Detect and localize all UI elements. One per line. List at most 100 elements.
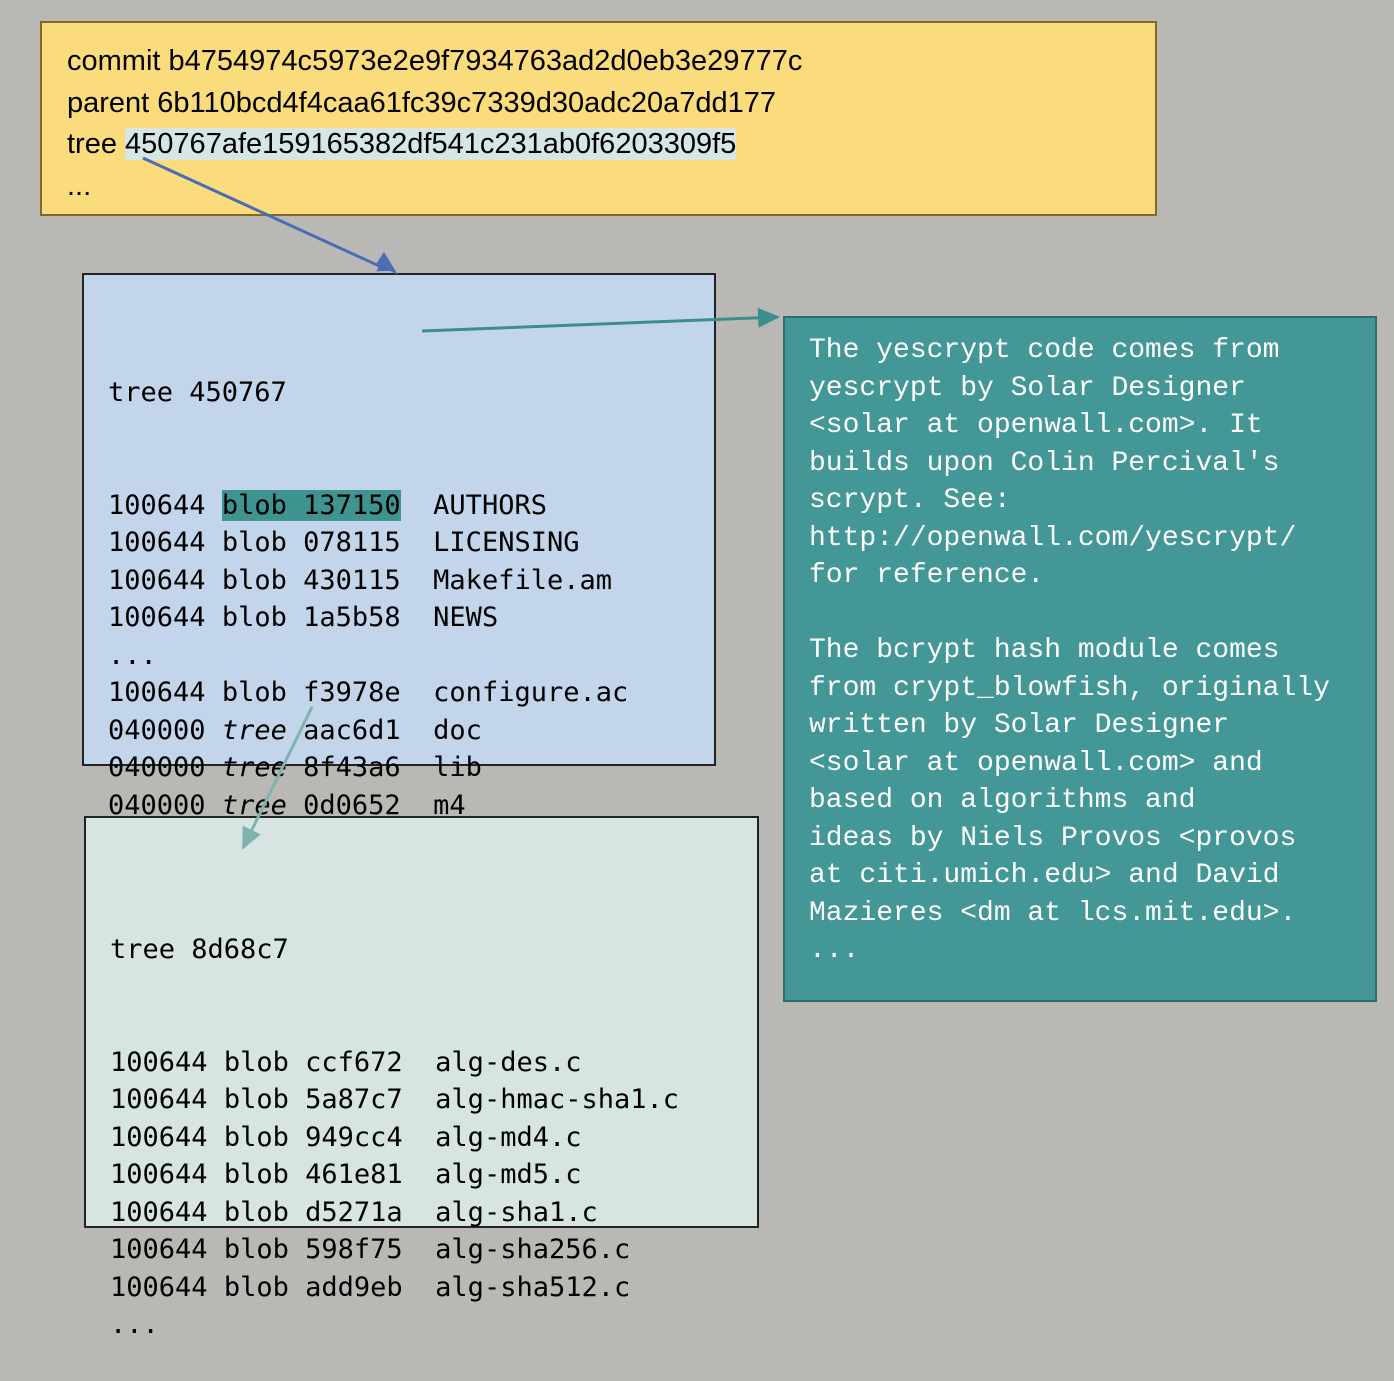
tree-entry: 100644 blob ccf672 alg-des.c bbox=[110, 1044, 757, 1082]
entry-mode: 100644 bbox=[110, 1196, 208, 1228]
entry-mode: 100644 bbox=[108, 677, 206, 708]
entry-type-hash: tree aac6d1 bbox=[222, 715, 401, 746]
entry-hash: 461e81 bbox=[305, 1159, 403, 1190]
entry-type-hash: blob 598f75 bbox=[224, 1234, 403, 1265]
entry-hash: aac6d1 bbox=[303, 714, 401, 746]
entry-type-hash: blob 1a5b58 bbox=[222, 602, 401, 633]
arrowhead-commit-to-tree bbox=[376, 252, 398, 275]
entry-type: blob bbox=[221, 527, 287, 558]
entry-type: blob bbox=[221, 489, 287, 521]
entry-hash: 5a87c7 bbox=[305, 1084, 403, 1115]
entry-hash: 8f43a6 bbox=[303, 752, 401, 783]
entry-type: blob bbox=[223, 1234, 289, 1265]
entry-hash: 430115 bbox=[303, 564, 401, 596]
entry-type: blob bbox=[223, 1271, 289, 1303]
authors-blob-text: The yescrypt code comes from yescrypt by … bbox=[809, 332, 1375, 970]
authors-line: <solar at openwall.com>. It bbox=[809, 410, 1263, 441]
entry-mode: 100644 bbox=[110, 1271, 208, 1303]
entry-mode: 100644 bbox=[108, 602, 206, 633]
entry-hash: 598f75 bbox=[305, 1234, 403, 1265]
entry-name: alg-md5.c bbox=[435, 1159, 582, 1190]
tree-entry: 100644 blob 430115 Makefile.am bbox=[108, 562, 714, 600]
tree-entry: 100644 blob 5a87c7 alg-hmac-sha1.c bbox=[110, 1081, 757, 1119]
entry-type: tree bbox=[221, 752, 287, 783]
authors-blob-object: The yescrypt code comes from yescrypt by … bbox=[783, 316, 1377, 1002]
authors-line: builds upon Colin Percival's bbox=[809, 447, 1280, 479]
commit-line: commit b4754974c5973e2e9f7934763ad2d0eb3… bbox=[67, 41, 1155, 83]
entry-type: blob bbox=[221, 564, 287, 596]
entry-hash: ccf672 bbox=[305, 1046, 403, 1078]
subtree-entries: 100644 blob ccf672 alg-des.c 100644 blob … bbox=[110, 1044, 757, 1344]
entry-type: blob bbox=[223, 1121, 289, 1153]
entry-type: blob bbox=[223, 1084, 289, 1115]
authors-line: scrypt. See: bbox=[809, 485, 1011, 516]
entry-hash: 949cc4 bbox=[305, 1121, 403, 1153]
commit-hash: b4754974c5973e2e9f7934763ad2d0eb3e29777c bbox=[168, 45, 803, 77]
entry-hash: 137150 bbox=[303, 489, 401, 521]
entry-name: Makefile.am bbox=[433, 564, 612, 596]
tree-entry: 040000 tree 8f43a6 lib bbox=[108, 749, 714, 787]
commit-object: commit b4754974c5973e2e9f7934763ad2d0eb3… bbox=[40, 21, 1157, 216]
entry-type: blob bbox=[223, 1196, 289, 1228]
tree-entry: 040000 tree aac6d1 doc bbox=[108, 712, 714, 750]
entry-type-hash: blob 461e81 bbox=[224, 1159, 403, 1190]
authors-line: from crypt_blowfish, originally bbox=[809, 672, 1330, 704]
subtree-object: tree 8d68c7 100644 blob ccf672 alg-des.c… bbox=[84, 816, 759, 1340]
authors-line: <solar at openwall.com> and bbox=[809, 747, 1263, 779]
entry-ellipsis: ... bbox=[108, 639, 157, 671]
authors-line: http://openwall.com/yescrypt/ bbox=[809, 522, 1297, 554]
authors-line: ideas by Niels Provos <provos bbox=[809, 822, 1297, 854]
authors-line: for reference. bbox=[809, 560, 1045, 591]
tree-header: tree 450767 bbox=[108, 377, 287, 408]
entry-type-hash: blob 5a87c7 bbox=[224, 1084, 403, 1115]
authors-line: written by Solar Designer bbox=[809, 710, 1230, 741]
commit-ellipsis: ... bbox=[67, 169, 92, 202]
entry-hash: f3978e bbox=[303, 677, 401, 708]
entry-mode: 040000 bbox=[108, 714, 206, 746]
root-tree-object: tree 450767 100644 blob 137150 AUTHORS 10… bbox=[82, 273, 716, 896]
entry-type: tree bbox=[221, 714, 287, 746]
entry-type-hash: blob f3978e bbox=[222, 677, 401, 708]
entry-type-hash: blob add9eb bbox=[224, 1272, 403, 1303]
entry-mode: 100644 bbox=[108, 489, 206, 521]
entry-name: alg-des.c bbox=[435, 1046, 582, 1078]
authors-line: yescrypt by Solar Designer bbox=[809, 372, 1246, 404]
entry-name: alg-hmac-sha1.c bbox=[435, 1084, 680, 1115]
entry-mode: 100644 bbox=[110, 1234, 208, 1265]
entry-mode: 100644 bbox=[110, 1159, 208, 1190]
entry-type-hash: blob 137150 bbox=[221, 489, 401, 521]
tree-entry: 100644 blob d5271a alg-sha1.c bbox=[110, 1194, 757, 1232]
entry-ellipsis: ... bbox=[110, 1309, 159, 1340]
entry-hash: add9eb bbox=[305, 1271, 403, 1303]
entry-name: alg-md4.c bbox=[435, 1121, 582, 1153]
entry-type-hash: blob 949cc4 bbox=[224, 1122, 403, 1153]
tree-entry: 100644 blob 1a5b58 NEWS bbox=[108, 599, 714, 637]
tree-line: tree 450767afe159165382df541c231ab0f6203… bbox=[67, 124, 1155, 166]
entry-type-hash: blob d5271a bbox=[224, 1197, 403, 1228]
entry-name: alg-sha1.c bbox=[435, 1196, 598, 1228]
tree-entry: 100644 blob 598f75 alg-sha256.c bbox=[110, 1231, 757, 1269]
parent-line: parent 6b110bcd4f4caa61fc39c7339d30adc20… bbox=[67, 83, 1155, 125]
entry-name: lib bbox=[433, 752, 482, 783]
authors-line: ... bbox=[809, 935, 860, 966]
tree-label: tree bbox=[67, 128, 117, 160]
entry-mode: 100644 bbox=[108, 564, 206, 596]
entry-name: NEWS bbox=[433, 602, 499, 633]
tree-entry: 100644 blob 078115 LICENSING bbox=[108, 524, 714, 562]
entry-type: blob bbox=[221, 602, 287, 633]
authors-line: The bcrypt hash module comes bbox=[809, 635, 1280, 666]
entry-type-hash: blob ccf672 bbox=[224, 1047, 403, 1078]
entry-name: alg-sha256.c bbox=[435, 1234, 631, 1265]
entry-type-hash: blob 078115 bbox=[222, 527, 401, 558]
tree-entry: 100644 blob 461e81 alg-md5.c bbox=[110, 1156, 757, 1194]
entry-type-hash: blob 430115 bbox=[222, 565, 401, 596]
authors-line: based on algorithms and bbox=[809, 785, 1196, 816]
entry-mode: 100644 bbox=[110, 1121, 208, 1153]
authors-line: The yescrypt code comes from bbox=[809, 335, 1280, 366]
entry-name: configure.ac bbox=[433, 677, 629, 708]
parent-label: parent bbox=[67, 86, 150, 119]
tree-entry: 100644 blob 137150 AUTHORS bbox=[108, 487, 714, 525]
authors-line bbox=[809, 595, 1375, 633]
authors-line: at citi.umich.edu> and David bbox=[809, 860, 1280, 891]
entry-mode: 100644 bbox=[110, 1046, 208, 1078]
